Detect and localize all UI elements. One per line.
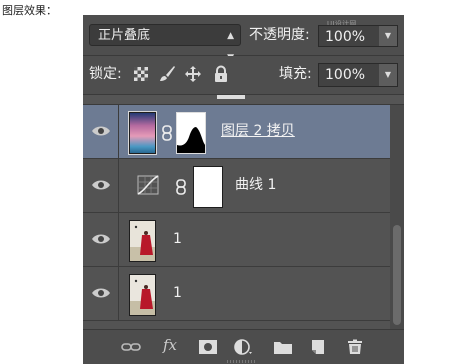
divider	[118, 213, 119, 266]
layer-row-1-bottom[interactable]: 1	[83, 267, 390, 321]
eye-icon[interactable]	[91, 123, 111, 139]
mask-image	[177, 113, 205, 153]
layer-row-layer2-copy[interactable]: 图层 2 拷贝	[83, 105, 390, 159]
opacity-dropdown-icon[interactable]: ▼	[379, 26, 397, 46]
eye-icon[interactable]	[91, 231, 111, 247]
fill-dropdown-icon[interactable]: ▼	[379, 64, 397, 86]
layer-above-partial	[83, 95, 404, 105]
brush-icon[interactable]	[158, 65, 176, 83]
move-arrows-icon[interactable]	[184, 65, 202, 83]
scrollbar-thumb[interactable]	[393, 225, 401, 325]
blend-mode-value: 正片叠底	[98, 28, 151, 43]
layer-name[interactable]: 1	[173, 283, 182, 303]
fill-field[interactable]: 100% ▼	[318, 63, 398, 87]
layer-row-1[interactable]: 1	[83, 213, 390, 267]
trash-icon[interactable]	[345, 339, 365, 355]
blend-opacity-bar: 正片叠底 ▲▼ UI设计网 WWW.PSAHZ.COM 不透明度: 100% ▼	[83, 15, 404, 63]
layers-footer-toolbar: fx	[83, 329, 404, 364]
lock-transparent-pixels-icon[interactable]	[132, 65, 150, 83]
fill-value[interactable]: 100%	[325, 64, 365, 86]
lock-label: 锁定:	[89, 66, 122, 82]
eye-icon[interactable]	[91, 177, 111, 193]
divider	[118, 159, 119, 212]
layer-mask-thumbnail[interactable]	[176, 112, 206, 154]
layer-thumbnail[interactable]	[129, 274, 156, 316]
layer-thumbnail[interactable]	[129, 220, 156, 262]
chain-link-icon[interactable]	[161, 125, 173, 141]
layer-name[interactable]: 1	[173, 229, 182, 249]
chain-link-icon[interactable]	[175, 179, 187, 195]
photo-thumbnail-image	[130, 275, 155, 315]
curves-adjustment-icon[interactable]	[137, 175, 159, 195]
layer-name[interactable]: 曲线 1	[235, 175, 276, 195]
adjustment-layer-icon[interactable]	[233, 339, 253, 355]
blend-mode-select[interactable]: 正片叠底 ▲▼	[89, 24, 241, 63]
layers-panel: 正片叠底 ▲▼ UI设计网 WWW.PSAHZ.COM 不透明度: 100% ▼…	[83, 15, 404, 364]
layer-thumbnail[interactable]	[128, 111, 157, 155]
divider	[118, 105, 119, 158]
layers-list: 图层 2 拷贝 曲线 1 1 1	[83, 105, 390, 321]
partial-thumbnail	[217, 95, 245, 99]
link-layers-icon[interactable]	[121, 339, 141, 355]
layer-name[interactable]: 图层 2 拷贝	[221, 121, 295, 141]
lock-fill-bar: 锁定: 填充: 100% ▼	[83, 56, 404, 95]
new-layer-icon[interactable]	[308, 339, 328, 355]
new-group-folder-icon[interactable]	[273, 339, 293, 355]
sky-thumbnail-image	[130, 113, 155, 153]
add-mask-icon[interactable]	[198, 339, 218, 355]
opacity-value[interactable]: 100%	[325, 26, 365, 48]
page-caption: 图层效果：	[2, 4, 57, 17]
opacity-label: 不透明度:	[249, 27, 310, 43]
layer-mask-thumbnail[interactable]	[193, 166, 223, 208]
fx-icon[interactable]: fx	[163, 336, 177, 354]
layer-row-curves[interactable]: 曲线 1	[83, 159, 390, 213]
eye-icon[interactable]	[91, 285, 111, 301]
divider	[118, 267, 119, 320]
photo-thumbnail-image	[130, 221, 155, 261]
lock-icon[interactable]	[212, 65, 230, 83]
opacity-field[interactable]: 100% ▼	[318, 25, 398, 47]
fill-label: 填充:	[279, 66, 312, 82]
layers-scrollbar[interactable]	[390, 105, 404, 329]
